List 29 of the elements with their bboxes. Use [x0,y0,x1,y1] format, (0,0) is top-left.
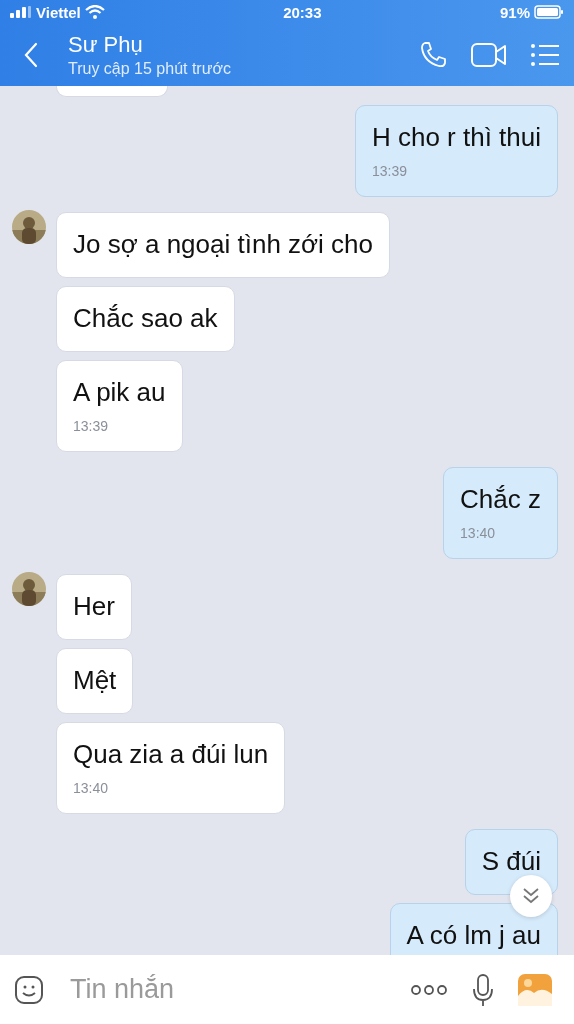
signal-icon [10,6,32,18]
message-text: A có lm j au [406,920,541,951]
message-time: 13:39 [371,163,408,179]
message-text: Mệt [73,665,117,696]
last-seen-status: Truy cập 15 phút trước [68,60,232,78]
message-time: 13:39 [73,418,110,434]
wifi-icon [84,5,105,19]
message-text: A pik au [73,377,166,408]
message-text: S đúi [481,846,541,877]
image-icon[interactable] [518,973,552,1006]
microphone-icon[interactable] [472,972,494,1007]
battery-icon [534,5,564,19]
message-text: Qua zia a đúi lun [73,739,269,770]
message-time: 13:40 [73,780,110,796]
message-text: Chắc z [460,484,541,515]
message-time: 13:40 [460,525,497,541]
message-text: Jo sợ a ngoại tình zới cho [73,229,374,260]
message-input[interactable]: Tin nhắn [68,973,386,1006]
carrier-name: Viettel [36,3,81,21]
more-icon[interactable] [410,983,448,996]
contact-name: Sư Phụ [68,32,144,58]
composer-bar[interactable]: Tin nhắn [0,955,574,1024]
sticker-icon[interactable] [14,974,44,1005]
back-button[interactable] [24,42,38,68]
status-time: 20:33 [283,3,322,21]
message-text: Chắc sao ak [73,303,218,334]
battery-percent: 91% [499,3,530,21]
message-text: H cho r thì thui [371,122,541,153]
message-text: Her [73,591,115,622]
